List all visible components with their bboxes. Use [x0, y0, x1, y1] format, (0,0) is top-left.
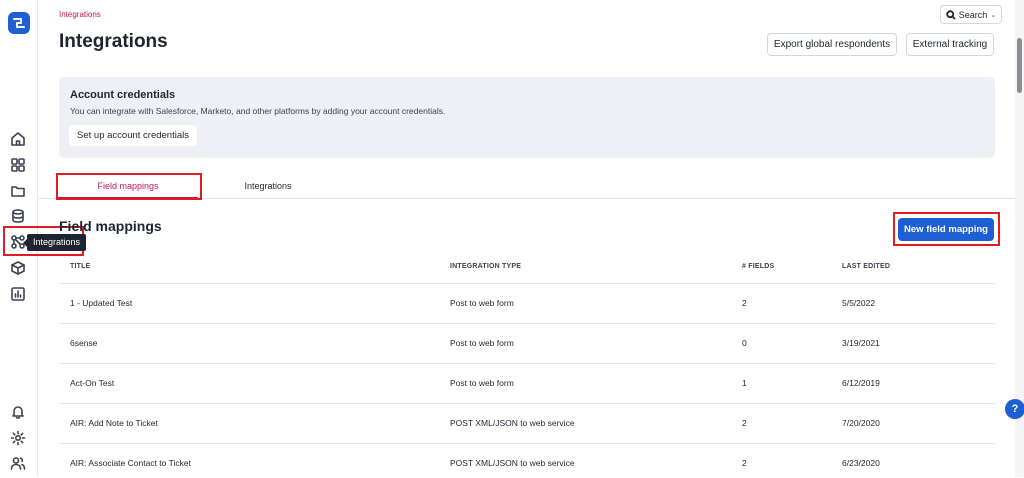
field-mappings-title: Field mappings: [59, 218, 162, 234]
table-row[interactable]: Act-On Test Post to web form 1 6/12/2019: [59, 363, 995, 404]
row-fields-count: 1: [742, 378, 747, 388]
set-up-credentials-button[interactable]: Set up account credentials: [69, 125, 197, 146]
row-integration-type: POST XML/JSON to web service: [450, 418, 575, 428]
credentials-description: You can integrate with Salesforce, Marke…: [70, 106, 446, 116]
row-fields-count: 2: [742, 458, 747, 468]
row-fields-count: 0: [742, 338, 747, 348]
row-integration-type: Post to web form: [450, 378, 514, 388]
row-integration-type: Post to web form: [450, 338, 514, 348]
table-row[interactable]: 1 - Updated Test Post to web form 2 5/5/…: [59, 283, 995, 324]
column-header-fields[interactable]: # FIELDS: [742, 263, 774, 270]
database-icon[interactable]: [9, 207, 27, 225]
scrollbar-thumb[interactable]: [1017, 38, 1022, 93]
credentials-title: Account credentials: [70, 89, 176, 101]
row-last-edited: 5/5/2022: [842, 298, 876, 308]
search-label: Search: [958, 9, 988, 20]
row-title[interactable]: 1 - Updated Test: [70, 298, 132, 308]
help-button[interactable]: ?: [1005, 399, 1024, 419]
table-row[interactable]: 6sense Post to web form 0 3/19/2021: [59, 323, 995, 364]
row-last-edited: 3/19/2021: [842, 338, 880, 348]
export-global-respondents-button[interactable]: Export global respondents: [767, 33, 897, 56]
row-last-edited: 7/20/2020: [842, 418, 880, 428]
row-last-edited: 6/23/2020: [842, 458, 880, 468]
row-title[interactable]: AIR: Add Note to Ticket: [70, 418, 158, 428]
integrations-tooltip: Integrations: [22, 234, 87, 251]
search-button[interactable]: Search ⌄: [940, 5, 1002, 24]
row-fields-count: 2: [742, 418, 747, 428]
app-logo-icon[interactable]: [7, 11, 31, 35]
new-mapping-highlight-box: [893, 212, 1000, 246]
breadcrumb[interactable]: Integrations: [59, 10, 101, 19]
settings-gear-icon[interactable]: [9, 429, 27, 447]
column-header-integration-type[interactable]: INTEGRATION TYPE: [450, 263, 521, 270]
column-header-title[interactable]: TITLE: [70, 263, 90, 270]
users-icon[interactable]: [9, 454, 27, 472]
row-title[interactable]: 6sense: [70, 338, 97, 348]
chevron-down-icon: ⌄: [990, 11, 997, 19]
table-row[interactable]: AIR: Associate Contact to Ticket POST XM…: [59, 443, 995, 478]
row-integration-type: POST XML/JSON to web service: [450, 458, 575, 468]
row-integration-type: Post to web form: [450, 298, 514, 308]
cube-icon[interactable]: [9, 259, 27, 277]
tab-integrations[interactable]: Integrations: [223, 174, 313, 197]
search-icon: [946, 9, 956, 20]
account-credentials-panel: Account credentials You can integrate wi…: [59, 77, 995, 158]
row-fields-count: 2: [742, 298, 747, 308]
reports-chart-icon[interactable]: [9, 285, 27, 303]
column-header-last-edited[interactable]: LAST EDITED: [842, 263, 890, 270]
notifications-bell-icon[interactable]: [9, 403, 27, 421]
row-last-edited: 6/12/2019: [842, 378, 880, 388]
home-icon[interactable]: [9, 130, 27, 148]
dashboard-grid-icon[interactable]: [9, 156, 27, 174]
external-tracking-button[interactable]: External tracking: [906, 33, 994, 56]
table-row[interactable]: AIR: Add Note to Ticket POST XML/JSON to…: [59, 403, 995, 444]
row-title[interactable]: Act-On Test: [70, 378, 114, 388]
folder-icon[interactable]: [9, 182, 27, 200]
field-mappings-tab-highlight-box: [56, 173, 202, 200]
row-title[interactable]: AIR: Associate Contact to Ticket: [70, 458, 191, 468]
page-title: Integrations: [59, 31, 168, 52]
